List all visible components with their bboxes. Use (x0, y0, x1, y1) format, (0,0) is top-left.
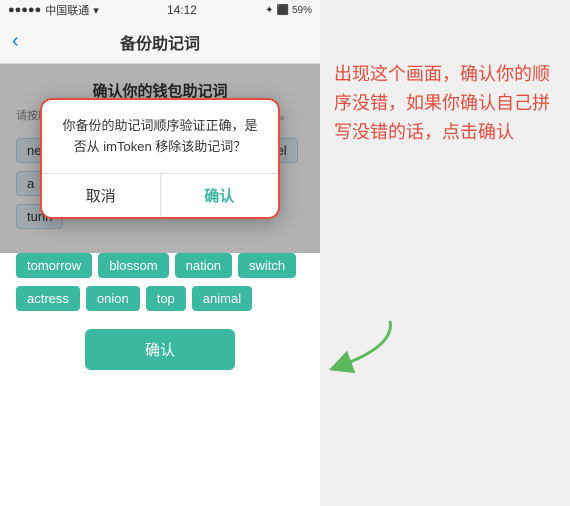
carrier: 中国联通 (45, 2, 89, 18)
word-tomorrow[interactable]: tomorrow (16, 253, 92, 278)
battery-icon: ⬛ (277, 5, 289, 16)
status-bar: ●●●●● 中国联通 ▾ 14:12 ✦ ⬛ 59% (0, 0, 320, 20)
dialog-buttons: 取消 确认 (42, 173, 278, 217)
phone-frame: ●●●●● 中国联通 ▾ 14:12 ✦ ⬛ 59% ‹ 备份助记词 确认你的钱… (0, 0, 320, 506)
bluetooth-icon: ✦ (265, 5, 273, 16)
dialog: 你备份的助记词顺序验证正确，是否从 imToken 移除该助记词？ 取消 确认 (40, 98, 280, 220)
battery-level: 59% (292, 5, 312, 16)
word-row-5: actress onion top animal (16, 286, 304, 311)
wifi-icon: ▾ (93, 4, 99, 17)
word-onion[interactable]: onion (86, 286, 140, 311)
word-switch[interactable]: switch (238, 253, 296, 278)
status-bar-right: ✦ ⬛ 59% (265, 5, 312, 16)
word-animal[interactable]: animal (192, 286, 252, 311)
bottom-confirm-button[interactable]: 确认 (85, 329, 235, 370)
dialog-confirm-button[interactable]: 确认 (161, 174, 279, 217)
dialog-overlay: 你备份的助记词顺序验证正确，是否从 imToken 移除该助记词？ 取消 确认 (0, 64, 320, 253)
signal-dots: ●●●●● (8, 4, 41, 16)
word-actress[interactable]: actress (16, 286, 80, 311)
phone-body: 确认你的钱包助记词 请按顺序点击助记词，以确认你的备份助记词填写正确。 neph… (0, 64, 320, 253)
annotation-text: 出现这个画面，确认你的顺序没错，如果你确认自己拼写没错的话，点击确认 (334, 60, 556, 146)
dialog-body: 你备份的助记词顺序验证正确，是否从 imToken 移除该助记词？ (42, 100, 278, 174)
dialog-cancel-button[interactable]: 取消 (42, 174, 161, 217)
word-blossom2[interactable]: blossom (98, 253, 168, 278)
back-button[interactable]: ‹ (12, 30, 19, 53)
dialog-text: 你备份的助记词顺序验证正确，是否从 imToken 移除该助记词？ (58, 116, 262, 158)
annotation-panel: 出现这个画面，确认你的顺序没错，如果你确认自己拼写没错的话，点击确认 (320, 0, 570, 506)
word-row-4: tomorrow blossom nation switch (16, 253, 304, 278)
word-top[interactable]: top (146, 286, 186, 311)
nav-title: 备份助记词 (120, 30, 200, 54)
word-nation[interactable]: nation (175, 253, 232, 278)
annotation-arrow (310, 316, 400, 376)
nav-bar: ‹ 备份助记词 (0, 20, 320, 64)
status-time: 14:12 (167, 3, 197, 17)
status-bar-left: ●●●●● 中国联通 ▾ (8, 2, 99, 18)
bottom-area: 确认 (0, 319, 320, 380)
